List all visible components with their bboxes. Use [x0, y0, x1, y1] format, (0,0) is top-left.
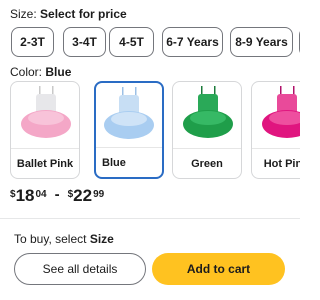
- color-options: Ballet Pink Blue Green Hot Pi: [10, 81, 300, 179]
- color-option-label: Green: [173, 148, 241, 178]
- color-option-ballet-pink[interactable]: Ballet Pink: [10, 81, 80, 179]
- size-label: Size: Select for price: [10, 7, 127, 21]
- size-option-partial[interactable]: [299, 27, 300, 57]
- price-low-dollars: 18: [15, 186, 35, 205]
- size-option-8-9-years[interactable]: 8-9 Years: [230, 27, 293, 57]
- tutu-image-blue: [96, 83, 162, 149]
- tutu-image-ballet-pink: [11, 82, 79, 148]
- price-range: $ 18 04 - $ 22 99: [10, 186, 104, 208]
- size-option-3-4t[interactable]: 3-4T: [63, 27, 106, 57]
- size-label-value: Select for price: [40, 7, 127, 21]
- color-option-label: Ballet Pink: [11, 148, 79, 178]
- size-options: 2-3T 3-4T 4-5T 6-7 Years 8-9 Years: [11, 27, 300, 57]
- color-label-value: Blue: [45, 65, 72, 79]
- color-label-prefix: Color:: [10, 65, 43, 79]
- price-separator: -: [54, 186, 60, 203]
- color-option-label: Blue: [96, 147, 162, 177]
- tutu-image-green: [173, 82, 241, 148]
- add-to-cart-button[interactable]: Add to cart: [152, 253, 285, 285]
- price-low-cents: 04: [35, 189, 47, 200]
- price-high-cents: 99: [93, 189, 105, 200]
- color-option-hot-pink[interactable]: Hot Pink: [251, 81, 300, 179]
- divider: [0, 218, 300, 219]
- tutu-image-hot-pink: [252, 82, 300, 148]
- buy-instruction: To buy, select Size: [14, 232, 114, 246]
- size-label-prefix: Size:: [10, 7, 37, 21]
- size-option-6-7-years[interactable]: 6-7 Years: [162, 27, 223, 57]
- size-option-4-5t[interactable]: 4-5T: [109, 27, 154, 57]
- color-option-green[interactable]: Green: [172, 81, 242, 179]
- buy-instruction-value: Size: [89, 232, 114, 246]
- size-option-2-3t[interactable]: 2-3T: [11, 27, 54, 57]
- buy-instruction-prefix: To buy, select: [14, 232, 87, 246]
- color-option-blue[interactable]: Blue: [94, 81, 164, 179]
- color-option-label: Hot Pink: [252, 148, 300, 178]
- color-label: Color: Blue: [10, 65, 71, 79]
- see-all-details-button[interactable]: See all details: [14, 253, 146, 285]
- price-high-dollars: 22: [73, 186, 93, 205]
